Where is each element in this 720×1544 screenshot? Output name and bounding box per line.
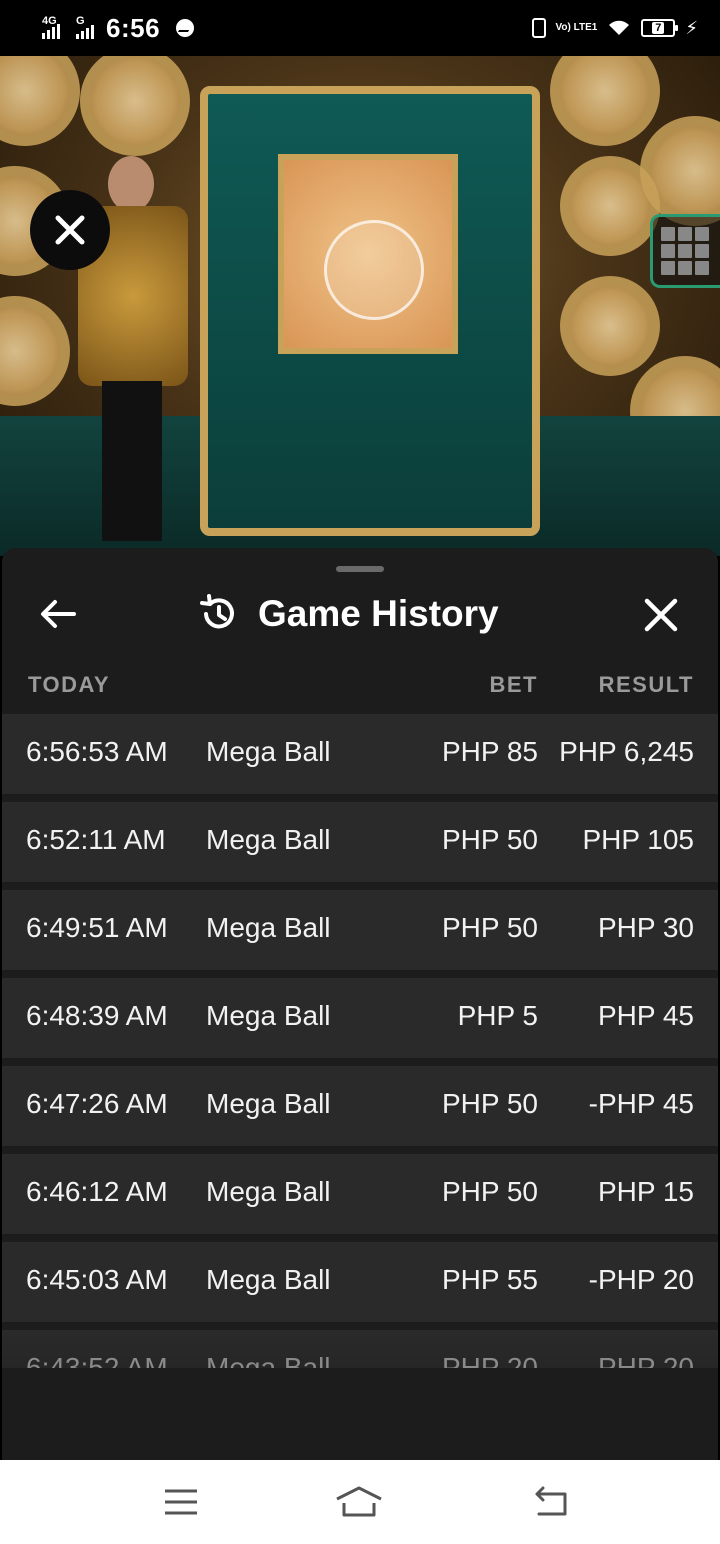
row-result: -PHP 45 <box>588 1088 694 1119</box>
home-icon <box>336 1486 382 1517</box>
row-time: 6:48:39 AM <box>26 1000 168 1031</box>
status-right: Vo) LTE1 7 ⚡ <box>531 17 698 39</box>
battery-level: 7 <box>652 22 665 34</box>
row-bet: PHP 55 <box>442 1264 538 1295</box>
vibrate-icon <box>531 18 546 38</box>
mega-ball-booth <box>200 86 540 536</box>
signal-icon: 4G <box>42 15 60 39</box>
column-header-date: TODAY <box>28 672 111 697</box>
row-game: Mega Ball <box>206 912 331 943</box>
row-bet: PHP 50 <box>442 1176 538 1207</box>
live-video-scene <box>0 56 720 556</box>
row-game: Mega Ball <box>206 736 331 767</box>
history-row[interactable]: 6:52:11 AM Mega Ball PHP 50 PHP 105 <box>2 802 718 882</box>
column-header-result: RESULT <box>598 672 694 697</box>
row-game: Mega Ball <box>206 1176 331 1207</box>
history-row[interactable]: 6:47:26 AM Mega Ball PHP 50 -PHP 45 <box>2 1066 718 1146</box>
history-row[interactable]: 6:48:39 AM Mega Ball PHP 5 PHP 45 <box>2 978 718 1058</box>
grid-button[interactable] <box>650 214 720 288</box>
close-icon <box>55 215 85 245</box>
row-result: PHP 6,245 <box>559 736 694 767</box>
row-result: PHP 45 <box>598 1000 694 1031</box>
volte-label: Vo) LTE1 <box>555 22 598 33</box>
ball-globe <box>324 220 424 320</box>
row-time: 6:49:51 AM <box>26 912 168 943</box>
row-time: 6:56:53 AM <box>26 736 168 767</box>
nav-back-button[interactable] <box>524 1482 574 1522</box>
system-nav-bar <box>0 1460 720 1544</box>
title-group: Game History <box>198 586 499 642</box>
history-list: 6:56:53 AM Mega Ball PHP 85 PHP 6,245 6:… <box>2 714 718 1418</box>
history-row[interactable]: 6:49:51 AM Mega Ball PHP 50 PHP 30 <box>2 890 718 970</box>
row-result: PHP 105 <box>582 824 694 855</box>
status-left: 4G G 6:56 <box>42 12 195 44</box>
nav-home-button[interactable] <box>334 1482 384 1522</box>
close-button[interactable] <box>640 594 682 636</box>
row-time: 6:45:03 AM <box>26 1264 168 1295</box>
arrow-left-icon <box>41 600 76 628</box>
row-game: Mega Ball <box>206 1264 331 1295</box>
list-fade <box>2 1368 718 1460</box>
row-time: 6:52:11 AM <box>26 824 166 855</box>
row-game: Mega Ball <box>206 824 331 855</box>
history-row[interactable]: 6:46:12 AM Mega Ball PHP 50 PHP 15 <box>2 1154 718 1234</box>
row-time: 6:46:12 AM <box>26 1176 168 1207</box>
video-close-button[interactable] <box>30 190 110 270</box>
game-history-panel: Game History TODAY BET RESULT 6:56:53 AM… <box>2 548 718 1460</box>
panel-header: Game History <box>2 578 718 650</box>
menu-icon <box>165 1489 197 1515</box>
row-bet: PHP 50 <box>442 912 538 943</box>
wifi-icon <box>609 20 630 35</box>
page-title: Game History <box>258 593 499 634</box>
messenger-icon <box>176 19 195 37</box>
status-bar: 4G G 6:56 Vo) LTE1 7 ⚡ <box>0 0 720 56</box>
row-result: PHP 30 <box>598 912 694 943</box>
close-icon <box>644 598 678 632</box>
history-row[interactable]: 6:56:53 AM Mega Ball PHP 85 PHP 6,245 <box>2 714 718 794</box>
network-type-label-2: G <box>76 15 85 27</box>
row-bet: PHP 50 <box>442 1088 538 1119</box>
back-button[interactable] <box>38 596 78 632</box>
network-type-label: 4G <box>42 15 57 27</box>
battery-icon: 7 <box>641 19 679 37</box>
row-bet: PHP 50 <box>442 824 538 855</box>
history-clock-icon <box>200 594 234 629</box>
row-time: 6:47:26 AM <box>26 1088 168 1119</box>
row-bet: PHP 5 <box>457 1000 538 1031</box>
history-row[interactable]: 6:45:03 AM Mega Ball PHP 55 -PHP 20 <box>2 1242 718 1322</box>
clock: 6:56 <box>106 12 161 43</box>
back-icon <box>535 1486 567 1516</box>
row-result: -PHP 20 <box>588 1264 694 1295</box>
charging-icon: ⚡ <box>685 17 698 38</box>
nav-menu-button[interactable] <box>156 1482 206 1522</box>
row-result: PHP 15 <box>598 1176 694 1207</box>
signal-icon-2: G <box>76 15 94 39</box>
row-game: Mega Ball <box>206 1088 331 1119</box>
row-bet: PHP 85 <box>442 736 538 767</box>
drag-handle[interactable] <box>336 566 384 572</box>
column-header-bet: BET <box>489 672 538 697</box>
row-game: Mega Ball <box>206 1000 331 1031</box>
